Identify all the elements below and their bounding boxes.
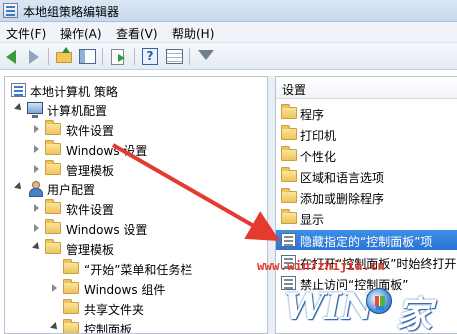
tree-item-label: 本地计算机 策略: [30, 85, 118, 99]
folder-icon: [45, 160, 61, 175]
policy-editor-icon: [3, 3, 18, 18]
tree-item-label: 管理模板: [66, 164, 115, 178]
tree-item-label: 管理模板: [66, 243, 115, 257]
collapsed-arrow-icon[interactable]: [34, 145, 39, 153]
folder-icon: [281, 188, 297, 203]
properties-icon[interactable]: [164, 46, 185, 67]
title-bar: 本地组策略编辑器: [0, 0, 457, 22]
folder-icon: [281, 125, 297, 140]
list-item-display[interactable]: 显示: [276, 208, 457, 228]
tree-item-label: Windows 组件: [84, 283, 166, 297]
toolbar-separator: [102, 48, 103, 65]
list-item-label: 隐藏指定的“控制面板”项: [300, 235, 433, 249]
menu-action[interactable]: 操作(A): [60, 25, 102, 42]
tree-item-windows-settings[interactable]: Windows 设置: [5, 139, 267, 159]
list-item-label: 打印机: [300, 129, 337, 143]
tree-item-admin-templates[interactable]: 管理模板: [5, 238, 267, 258]
user-icon: [27, 180, 43, 197]
expanded-arrow-icon[interactable]: [14, 182, 24, 192]
folder-icon: [45, 199, 61, 214]
policy-setting-icon: [281, 233, 296, 247]
collapsed-arrow-icon[interactable]: [34, 125, 39, 133]
computer-icon: [27, 102, 43, 118]
folder-icon: [281, 209, 297, 224]
tree-item-windows-components[interactable]: Windows 组件: [5, 278, 267, 298]
folder-icon: [45, 140, 61, 155]
watermark-logo-suffix: 家: [396, 294, 433, 334]
toolbar-separator: [48, 48, 49, 65]
column-header-setting[interactable]: 设置: [276, 77, 457, 99]
list-item-personalization[interactable]: 个性化: [276, 145, 457, 165]
folder-icon: [281, 146, 297, 161]
expanded-arrow-icon[interactable]: [14, 103, 24, 113]
folder-icon: [63, 319, 79, 333]
tree-item-label: 控制面板: [84, 323, 133, 334]
menu-help[interactable]: 帮助(H): [172, 25, 214, 42]
collapsed-arrow-icon[interactable]: [52, 284, 57, 292]
tree-item-label: “开始”菜单和任务栏: [84, 263, 193, 277]
folder-icon: [63, 259, 79, 274]
menu-view[interactable]: 查看(V): [116, 25, 158, 42]
collapsed-arrow-icon[interactable]: [34, 204, 39, 212]
forward-arrow-icon[interactable]: [24, 46, 45, 67]
column-header-label: 设置: [282, 83, 307, 97]
tree-item-windows-settings[interactable]: Windows 设置: [5, 218, 267, 238]
up-folder-icon[interactable]: [54, 46, 75, 67]
list-item-label: 区域和语言选项: [300, 171, 385, 185]
windows-flag-icon: [366, 288, 392, 314]
tree-item-label: 软件设置: [66, 203, 115, 217]
watermark-logo: WIN 家: [270, 278, 457, 334]
tree-item-label: 共享文件夹: [84, 303, 145, 317]
menu-bar: 文件(F) 操作(A) 查看(V) 帮助(H): [0, 22, 457, 43]
list-item-label: 添加或删除程序: [300, 192, 385, 206]
toolbar: ?: [0, 43, 457, 70]
collapsed-arrow-icon[interactable]: [34, 165, 39, 173]
tree-item-start-menu-taskbar[interactable]: “开始”菜单和任务栏: [5, 258, 267, 278]
tree-item-local-computer-policy[interactable]: 本地计算机 策略: [5, 80, 267, 100]
help-icon[interactable]: ?: [140, 46, 161, 67]
menu-file[interactable]: 文件(F): [6, 25, 46, 42]
tree-item-software-settings[interactable]: 软件设置: [5, 119, 267, 139]
list-item-programs[interactable]: 程序: [276, 103, 457, 123]
filter-icon[interactable]: [195, 46, 216, 67]
folder-icon: [63, 299, 79, 314]
tree-item-control-panel[interactable]: 控制面板: [5, 318, 267, 334]
expanded-arrow-icon[interactable]: [32, 242, 42, 252]
tree-item-computer-config[interactable]: 计算机配置: [5, 99, 267, 119]
back-arrow-icon[interactable]: [4, 46, 25, 67]
folder-icon: [45, 239, 61, 254]
watermark-logo-text: WIN: [284, 286, 375, 328]
window-title: 本地组策略编辑器: [23, 5, 120, 19]
tree-item-label: Windows 设置: [66, 144, 148, 158]
list-item-label: 显示: [300, 213, 325, 227]
console-tree[interactable]: 本地计算机 策略 计算机配置 软件设置 Windows 设置 管理模板 用户配置…: [4, 76, 268, 334]
show-hide-tree-icon[interactable]: [77, 46, 98, 67]
list-item-label: 个性化: [300, 150, 337, 164]
list-item-printers[interactable]: 打印机: [276, 124, 457, 144]
policy-icon: [11, 83, 26, 97]
export-list-icon[interactable]: [108, 46, 129, 67]
toolbar-separator: [189, 48, 190, 65]
folder-icon: [63, 279, 79, 294]
folder-icon: [281, 104, 297, 119]
tree-item-label: Windows 设置: [66, 223, 148, 237]
toolbar-separator: [134, 48, 135, 65]
list-item-add-remove-programs[interactable]: 添加或删除程序: [276, 187, 457, 207]
folder-icon: [281, 167, 297, 182]
expanded-arrow-icon[interactable]: [50, 322, 60, 332]
list-item-regional-language[interactable]: 区域和语言选项: [276, 166, 457, 186]
collapsed-arrow-icon[interactable]: [34, 224, 39, 232]
list-item-label: 程序: [300, 108, 325, 122]
tree-item-label: 计算机配置: [47, 104, 108, 118]
folder-icon: [45, 120, 61, 135]
tree-item-label: 用户配置: [47, 183, 96, 197]
list-item-hide-specified-control-panel-items[interactable]: 隐藏指定的“控制面板”项: [276, 230, 457, 250]
watermark-url: www.win7zhijia.cn: [257, 258, 385, 273]
tree-item-shared-folders[interactable]: 共享文件夹: [5, 298, 267, 318]
tree-item-admin-templates[interactable]: 管理模板: [5, 159, 267, 179]
tree-item-user-config[interactable]: 用户配置: [5, 178, 267, 198]
folder-icon: [45, 219, 61, 234]
tree-item-label: 软件设置: [66, 124, 115, 138]
tree-item-software-settings[interactable]: 软件设置: [5, 198, 267, 218]
